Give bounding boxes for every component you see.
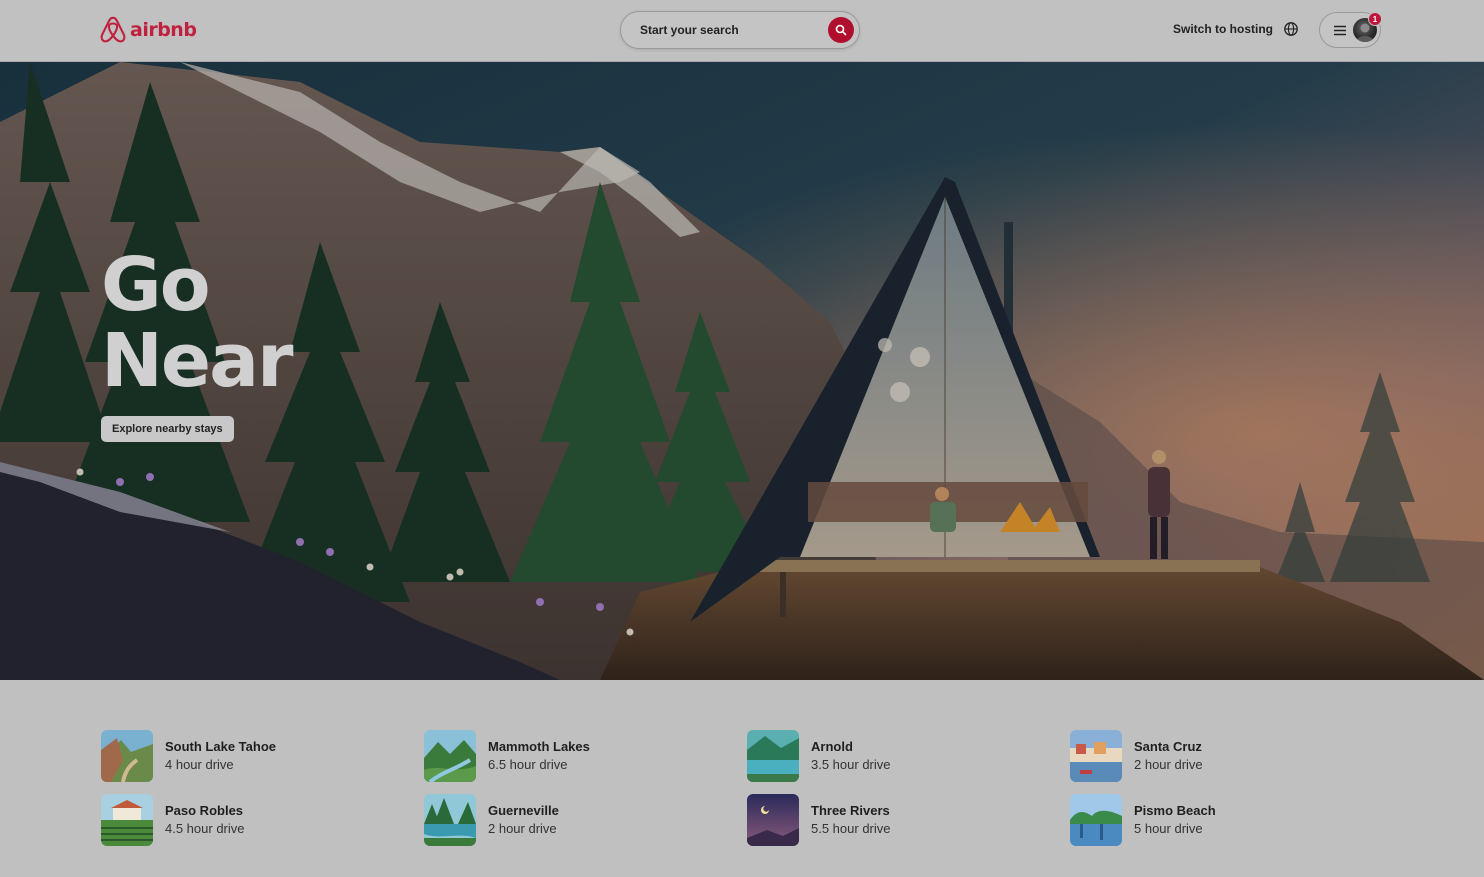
destination-drive-time: 2 hour drive: [1134, 757, 1203, 772]
destination-drive-time: 4 hour drive: [165, 757, 234, 772]
explore-nearby-stays-button[interactable]: Explore nearby stays: [101, 416, 234, 442]
destination-drive-time: 3.5 hour drive: [811, 757, 891, 772]
brand-name: airbnb: [130, 19, 197, 41]
destination-name: Paso Robles: [165, 803, 244, 818]
airbnb-logo-icon: [100, 16, 126, 43]
destination-item[interactable]: Arnold 3.5 hour drive: [747, 730, 1047, 782]
destination-thumbnail: [747, 730, 799, 782]
hero-title: Go Near: [101, 242, 294, 404]
notification-badge: 1: [1368, 12, 1382, 26]
nearby-destinations: South Lake Tahoe 4 hour drive Mammoth La…: [101, 730, 1341, 850]
destination-drive-time: 5.5 hour drive: [811, 821, 891, 836]
destination-item[interactable]: Mammoth Lakes 6.5 hour drive: [424, 730, 724, 782]
destination-thumbnail: [424, 730, 476, 782]
destination-item[interactable]: Pismo Beach 5 hour drive: [1070, 794, 1370, 846]
destination-name: Three Rivers: [811, 803, 890, 818]
destination-item[interactable]: South Lake Tahoe 4 hour drive: [101, 730, 401, 782]
destination-drive-time: 6.5 hour drive: [488, 757, 568, 772]
top-nav: airbnb Start your search Switch to hosti…: [0, 0, 1484, 62]
destination-name: Mammoth Lakes: [488, 739, 590, 754]
destination-thumbnail: [747, 794, 799, 846]
destination-name: Pismo Beach: [1134, 803, 1216, 818]
destination-item[interactable]: Paso Robles 4.5 hour drive: [101, 794, 401, 846]
switch-to-hosting-link[interactable]: Switch to hosting: [1173, 22, 1273, 36]
search-icon: [835, 24, 847, 36]
destination-item[interactable]: Three Rivers 5.5 hour drive: [747, 794, 1047, 846]
destination-thumbnail: [101, 730, 153, 782]
destination-item[interactable]: Santa Cruz 2 hour drive: [1070, 730, 1370, 782]
destination-name: South Lake Tahoe: [165, 739, 276, 754]
search-input-placeholder[interactable]: Start your search: [640, 23, 739, 37]
destination-thumbnail: [1070, 730, 1122, 782]
globe-icon[interactable]: [1283, 21, 1299, 37]
search-bar[interactable]: Start your search: [620, 11, 860, 49]
destination-drive-time: 5 hour drive: [1134, 821, 1203, 836]
destination-name: Arnold: [811, 739, 853, 754]
destination-item[interactable]: Guerneville 2 hour drive: [424, 794, 724, 846]
destination-name: Santa Cruz: [1134, 739, 1202, 754]
destination-thumbnail: [1070, 794, 1122, 846]
destination-drive-time: 2 hour drive: [488, 821, 557, 836]
hero-title-line-1: Go: [101, 242, 211, 328]
destination-name: Guerneville: [488, 803, 559, 818]
search-button[interactable]: [828, 17, 854, 43]
destination-thumbnail: [101, 794, 153, 846]
destination-drive-time: 4.5 hour drive: [165, 821, 245, 836]
destination-thumbnail: [424, 794, 476, 846]
airbnb-logo[interactable]: airbnb: [100, 16, 197, 44]
hero-banner: Go Near Explore nearby stays: [0, 62, 1484, 680]
hamburger-menu-icon: [1334, 25, 1346, 36]
hero-title-line-2: Near: [101, 318, 294, 404]
